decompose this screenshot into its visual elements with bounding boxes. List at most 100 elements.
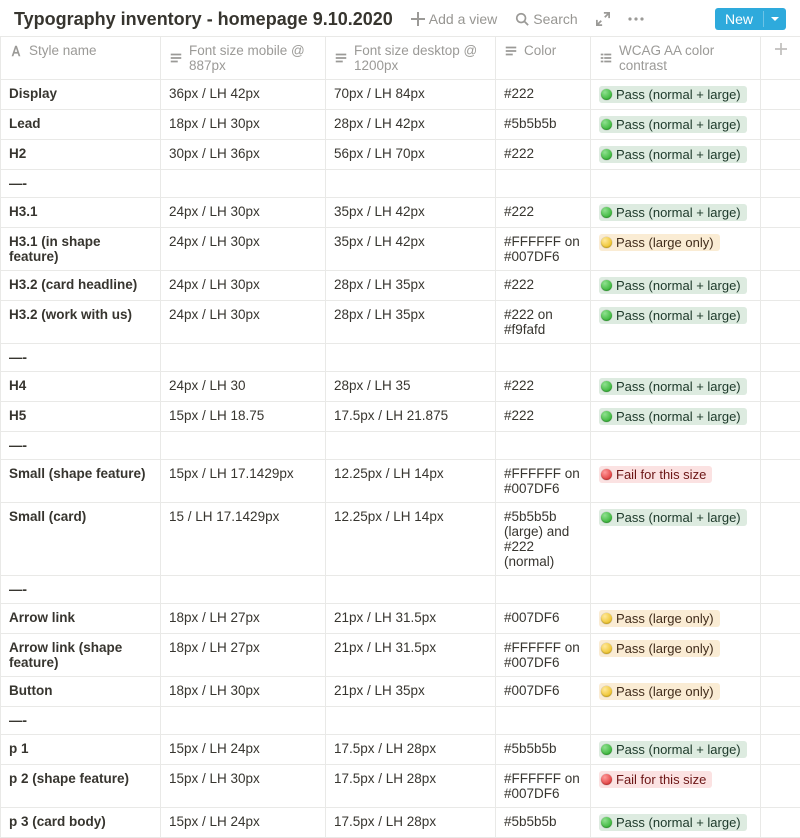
cell-name[interactable]: H5: [1, 402, 161, 432]
cell-mobile[interactable]: 18px / LH 27px: [161, 634, 326, 677]
table-row[interactable]: p 3 (card body)15px / LH 24px17.5px / LH…: [1, 808, 800, 838]
cell-color[interactable]: [496, 707, 591, 735]
cell-name[interactable]: Small (shape feature): [1, 460, 161, 503]
cell-name[interactable]: Small (card): [1, 503, 161, 576]
cell-desktop[interactable]: 12.25px / LH 14px: [326, 503, 496, 576]
cell-name[interactable]: Arrow link (shape feature): [1, 634, 161, 677]
cell-add[interactable]: [761, 503, 800, 576]
table-row[interactable]: H230px / LH 36px56px / LH 70px#222Pass (…: [1, 140, 800, 170]
cell-desktop[interactable]: 17.5px / LH 28px: [326, 765, 496, 808]
cell-wcag[interactable]: [591, 170, 761, 198]
cell-wcag[interactable]: Pass (normal + large): [591, 402, 761, 432]
cell-color[interactable]: [496, 170, 591, 198]
col-header-add[interactable]: [761, 37, 800, 80]
cell-mobile[interactable]: 24px / LH 30px: [161, 301, 326, 344]
table-row[interactable]: Display36px / LH 42px70px / LH 84px#222P…: [1, 80, 800, 110]
cell-add[interactable]: [761, 372, 800, 402]
cell-desktop[interactable]: 21px / LH 31.5px: [326, 604, 496, 634]
cell-add[interactable]: [761, 140, 800, 170]
cell-add[interactable]: [761, 228, 800, 271]
table-row[interactable]: Button18px / LH 30px21px / LH 35px#007DF…: [1, 677, 800, 707]
cell-name[interactable]: Arrow link: [1, 604, 161, 634]
cell-color[interactable]: [496, 576, 591, 604]
cell-add[interactable]: [761, 634, 800, 677]
table-row[interactable]: —-: [1, 170, 800, 198]
cell-color[interactable]: #007DF6: [496, 604, 591, 634]
cell-color[interactable]: #222: [496, 140, 591, 170]
table-row[interactable]: p 2 (shape feature)15px / LH 30px17.5px …: [1, 765, 800, 808]
cell-add[interactable]: [761, 271, 800, 301]
cell-color[interactable]: #FFFFFF on #007DF6: [496, 765, 591, 808]
cell-desktop[interactable]: [326, 432, 496, 460]
cell-mobile[interactable]: 24px / LH 30px: [161, 271, 326, 301]
cell-name[interactable]: —-: [1, 576, 161, 604]
cell-wcag[interactable]: Pass (normal + large): [591, 503, 761, 576]
table-row[interactable]: H515px / LH 18.7517.5px / LH 21.875#222P…: [1, 402, 800, 432]
cell-color[interactable]: #5b5b5b: [496, 110, 591, 140]
cell-color[interactable]: #5b5b5b (large) and #222 (normal): [496, 503, 591, 576]
cell-desktop[interactable]: 28px / LH 35px: [326, 271, 496, 301]
cell-wcag[interactable]: Pass (normal + large): [591, 271, 761, 301]
cell-mobile[interactable]: [161, 170, 326, 198]
expand-button[interactable]: [590, 10, 616, 28]
cell-mobile[interactable]: 15 / LH 17.1429px: [161, 503, 326, 576]
cell-mobile[interactable]: 24px / LH 30: [161, 372, 326, 402]
cell-color[interactable]: #222: [496, 402, 591, 432]
table-row[interactable]: H3.1 (in shape feature)24px / LH 30px35p…: [1, 228, 800, 271]
cell-desktop[interactable]: 21px / LH 31.5px: [326, 634, 496, 677]
table-row[interactable]: —-: [1, 707, 800, 735]
col-header-name[interactable]: Style name: [1, 37, 161, 80]
cell-name[interactable]: H4: [1, 372, 161, 402]
cell-name[interactable]: H3.2 (card headline): [1, 271, 161, 301]
cell-name[interactable]: —-: [1, 432, 161, 460]
cell-mobile[interactable]: [161, 576, 326, 604]
cell-color[interactable]: #FFFFFF on #007DF6: [496, 228, 591, 271]
cell-desktop[interactable]: 35px / LH 42px: [326, 228, 496, 271]
cell-add[interactable]: [761, 808, 800, 838]
col-header-desktop[interactable]: Font size desktop @ 1200px: [326, 37, 496, 80]
cell-color[interactable]: #FFFFFF on #007DF6: [496, 460, 591, 503]
cell-mobile[interactable]: 18px / LH 30px: [161, 110, 326, 140]
cell-name[interactable]: p 1: [1, 735, 161, 765]
table-row[interactable]: Arrow link18px / LH 27px21px / LH 31.5px…: [1, 604, 800, 634]
cell-mobile[interactable]: 15px / LH 17.1429px: [161, 460, 326, 503]
table-row[interactable]: Arrow link (shape feature)18px / LH 27px…: [1, 634, 800, 677]
cell-name[interactable]: —-: [1, 344, 161, 372]
cell-add[interactable]: [761, 110, 800, 140]
cell-name[interactable]: p 2 (shape feature): [1, 765, 161, 808]
cell-name[interactable]: —-: [1, 707, 161, 735]
cell-add[interactable]: [761, 460, 800, 503]
cell-desktop[interactable]: 28px / LH 35px: [326, 301, 496, 344]
cell-name[interactable]: Display: [1, 80, 161, 110]
cell-add[interactable]: [761, 170, 800, 198]
cell-desktop[interactable]: [326, 576, 496, 604]
cell-desktop[interactable]: 28px / LH 35: [326, 372, 496, 402]
cell-wcag[interactable]: Pass (normal + large): [591, 808, 761, 838]
cell-mobile[interactable]: 24px / LH 30px: [161, 228, 326, 271]
cell-desktop[interactable]: 35px / LH 42px: [326, 198, 496, 228]
cell-wcag[interactable]: [591, 432, 761, 460]
cell-color[interactable]: #5b5b5b: [496, 735, 591, 765]
cell-wcag[interactable]: [591, 576, 761, 604]
add-view-button[interactable]: Add a view: [405, 9, 503, 29]
cell-mobile[interactable]: 15px / LH 24px: [161, 808, 326, 838]
cell-add[interactable]: [761, 198, 800, 228]
cell-wcag[interactable]: Pass (normal + large): [591, 372, 761, 402]
cell-add[interactable]: [761, 301, 800, 344]
cell-mobile[interactable]: 15px / LH 30px: [161, 765, 326, 808]
cell-add[interactable]: [761, 677, 800, 707]
cell-color[interactable]: #222: [496, 271, 591, 301]
cell-wcag[interactable]: Fail for this size: [591, 460, 761, 503]
table-row[interactable]: Small (card)15 / LH 17.1429px12.25px / L…: [1, 503, 800, 576]
cell-desktop[interactable]: 28px / LH 42px: [326, 110, 496, 140]
cell-wcag[interactable]: Pass (large only): [591, 604, 761, 634]
cell-color[interactable]: [496, 432, 591, 460]
cell-wcag[interactable]: Pass (normal + large): [591, 301, 761, 344]
col-header-wcag[interactable]: WCAG AA color contrast: [591, 37, 761, 80]
cell-desktop[interactable]: [326, 344, 496, 372]
cell-wcag[interactable]: [591, 707, 761, 735]
cell-add[interactable]: [761, 707, 800, 735]
cell-desktop[interactable]: [326, 170, 496, 198]
cell-add[interactable]: [761, 576, 800, 604]
table-row[interactable]: —-: [1, 576, 800, 604]
